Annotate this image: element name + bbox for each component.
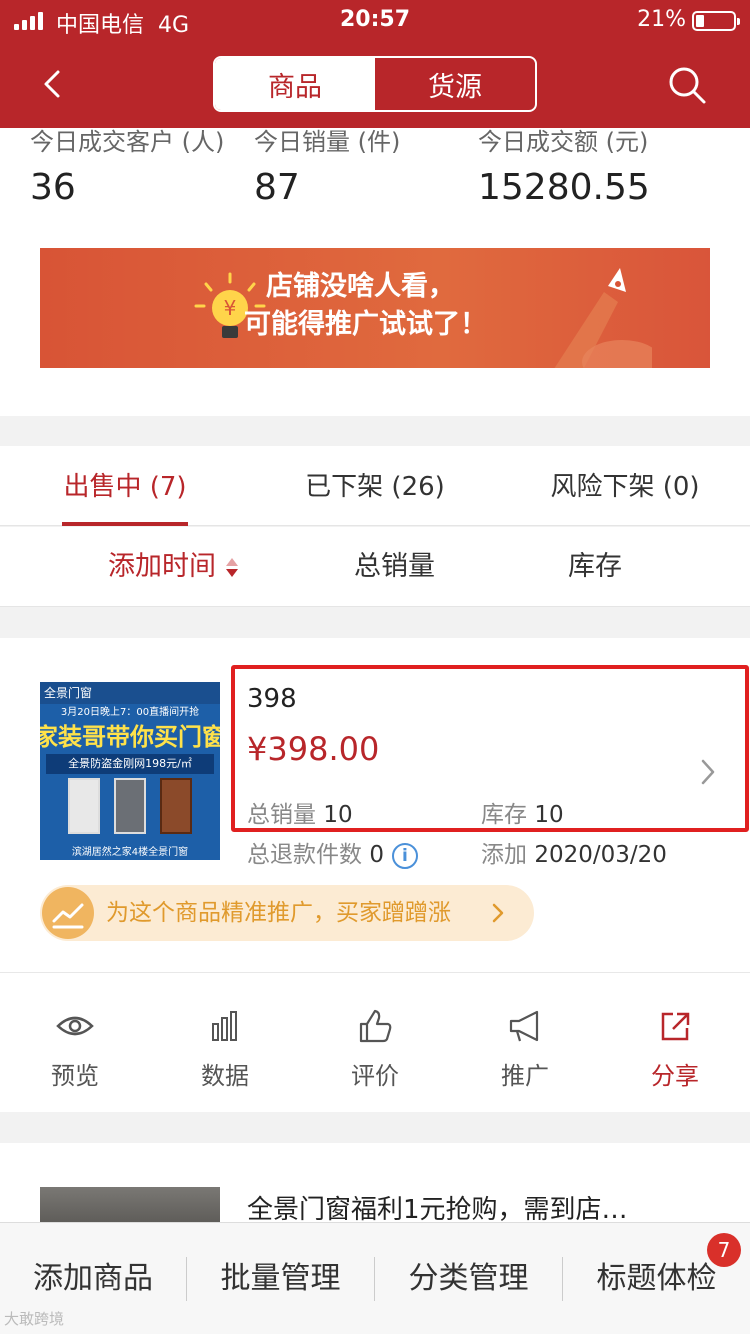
eye-icon xyxy=(56,1016,94,1036)
product-thumbnail[interactable] xyxy=(40,1187,220,1223)
stat-label: 今日成交额 (元) xyxy=(478,128,649,156)
action-share[interactable]: 分享 xyxy=(625,1006,725,1091)
back-button[interactable] xyxy=(36,66,72,102)
stat-value: 36 xyxy=(30,167,76,208)
thumbnail-title: 家装哥带你买门窗 xyxy=(40,723,220,751)
product-title[interactable]: 全景门窗福利1元抢购，需到店… xyxy=(247,1189,628,1223)
tab-risk-delisted[interactable]: 风险下架 (0) xyxy=(542,446,708,526)
bar-chart-icon xyxy=(212,1011,237,1041)
search-icon xyxy=(669,67,706,104)
status-tabs: 出售中 (7) 已下架 (26) 风险下架 (0) xyxy=(0,446,750,526)
info-icon[interactable]: i xyxy=(391,842,418,869)
door-image xyxy=(114,778,146,834)
category-manage-button[interactable]: 分类管理 xyxy=(375,1223,562,1334)
banner-text: 店铺没啥人看， 可能得推广试试了！ xyxy=(244,271,487,340)
thumbs-up-icon xyxy=(359,1009,392,1043)
chevron-right-icon xyxy=(492,903,504,923)
tab-products[interactable]: 商品 xyxy=(215,58,375,110)
action-label: 预览 xyxy=(51,1062,99,1090)
thumbnail-headline: 3月20日晚上7：00直播间开抢 xyxy=(60,707,200,718)
notification-badge: 7 xyxy=(707,1233,741,1267)
tab-delisted[interactable]: 已下架 (26) xyxy=(298,446,452,526)
action-label: 推广 xyxy=(501,1062,549,1090)
thumbnail-brand: 全景门窗 xyxy=(40,682,220,704)
stat-revenue: 今日成交额 (元) 15280.55 xyxy=(478,128,650,208)
promotion-banner[interactable]: ¥ 店铺没啥人看， 可能得推广试试了！ xyxy=(40,248,710,368)
door-image xyxy=(68,778,100,834)
watermark: 大敢跨境 xyxy=(4,1310,65,1328)
sort-bar: 添加时间 总销量 库存 xyxy=(0,527,750,607)
nav-bar: 商品 货源 xyxy=(0,42,750,128)
action-label: 数据 xyxy=(201,1062,249,1090)
svg-text:¥: ¥ xyxy=(224,296,237,320)
stat-label: 今日成交客户 (人) xyxy=(30,128,225,156)
tab-on-sale[interactable]: 出售中 (7) xyxy=(62,446,188,526)
action-label: 评价 xyxy=(351,1062,399,1090)
sort-stock[interactable]: 库存 xyxy=(568,527,622,607)
product-card[interactable]: 全景门窗福利1元抢购，需到店… xyxy=(0,1143,750,1223)
action-preview[interactable]: 预览 xyxy=(25,1006,125,1091)
megaphone-icon xyxy=(509,1010,539,1042)
action-label: 分享 xyxy=(651,1062,699,1090)
status-bar: 中国电信 4G 20:57 21% xyxy=(0,0,750,42)
stat-label: 今日销量 (件) xyxy=(254,128,401,156)
promote-product-button[interactable]: 为这个商品精准推广，买家蹭蹭涨 xyxy=(40,885,534,941)
sort-total-sales[interactable]: 总销量 xyxy=(354,527,435,607)
stat-sales: 今日销量 (件) 87 xyxy=(254,128,400,208)
added-date: 添加 2020/03/20 xyxy=(481,842,667,868)
batch-manage-button[interactable]: 批量管理 xyxy=(187,1223,374,1334)
tab-sources[interactable]: 货源 xyxy=(375,58,535,110)
promote-text: 为这个商品精准推广，买家蹭蹭涨 xyxy=(106,900,451,926)
segmented-control: 商品 货源 xyxy=(213,56,537,112)
stat-customers: 今日成交客户 (人) 36 xyxy=(30,128,224,208)
share-icon xyxy=(661,1012,690,1041)
stat-value: 15280.55 xyxy=(478,167,650,208)
battery-percent: 21% xyxy=(637,7,686,32)
stat-value: 87 xyxy=(254,167,300,208)
thumbnail-subtitle: 全景防盗金刚网198元/㎡ xyxy=(46,754,214,774)
divider xyxy=(0,972,750,973)
action-promote[interactable]: 推广 xyxy=(475,1006,575,1091)
chevron-left-icon xyxy=(44,70,60,98)
trend-up-icon xyxy=(42,887,94,939)
sort-add-time[interactable]: 添加时间 xyxy=(108,527,238,607)
thumbnail-footer: 滨湖居然之家4楼全景门窗 xyxy=(71,847,189,858)
door-image xyxy=(160,778,192,834)
bottom-toolbar: 添加商品 批量管理 分类管理 标题体检 xyxy=(0,1222,750,1334)
product-card: 全景门窗 3月20日晚上7：00直播间开抢 家装哥带你买门窗 全景防盗金刚网19… xyxy=(0,638,750,1112)
sort-arrows-icon xyxy=(226,557,238,578)
highlight-box xyxy=(231,665,749,832)
action-reviews[interactable]: 评价 xyxy=(325,1006,425,1091)
refund-count: 总退款件数 0i xyxy=(247,835,418,869)
app-screen: 中国电信 4G 20:57 21% 商品 货源 今日成交客户 (人) 36 今日… xyxy=(0,0,750,1334)
sort-label: 添加时间 xyxy=(108,551,216,582)
battery-icon xyxy=(692,11,740,31)
stats-panel: 今日成交客户 (人) 36 今日销量 (件) 87 今日成交额 (元) 1528… xyxy=(0,128,750,416)
rocket-icon xyxy=(554,268,652,368)
product-thumbnail[interactable]: 全景门窗 3月20日晚上7：00直播间开抢 家装哥带你买门窗 全景防盗金刚网19… xyxy=(40,682,220,860)
action-data[interactable]: 数据 xyxy=(175,1006,275,1091)
search-button[interactable] xyxy=(666,64,708,106)
